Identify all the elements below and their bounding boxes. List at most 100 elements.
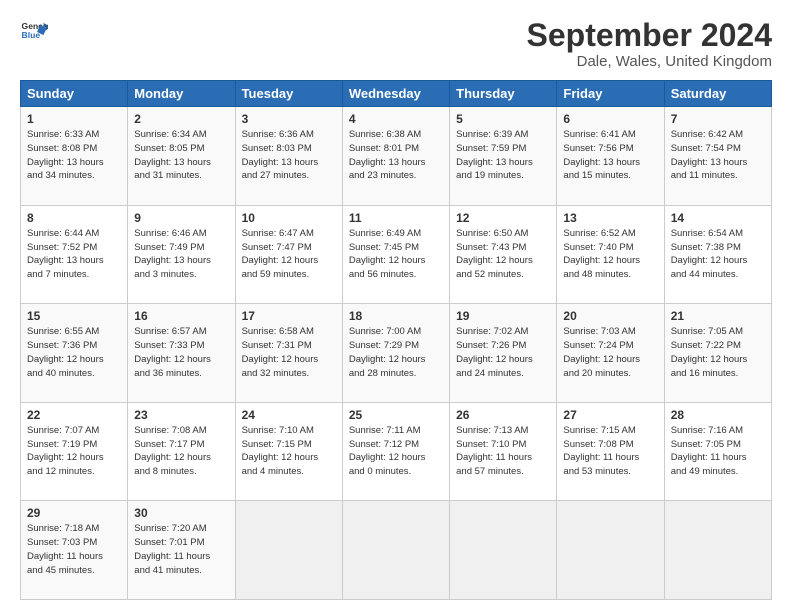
page: General Blue September 2024 Dale, Wales,…	[0, 0, 792, 612]
calendar-cell	[342, 501, 449, 600]
day-number: 6	[563, 112, 657, 126]
day-number: 5	[456, 112, 550, 126]
calendar-cell: 18Sunrise: 7:00 AMSunset: 7:29 PMDayligh…	[342, 304, 449, 403]
day-number: 13	[563, 211, 657, 225]
day-info: Sunrise: 6:33 AMSunset: 8:08 PMDaylight:…	[27, 128, 121, 183]
calendar-cell: 23 Sunrise: 7:08 AMSunset: 7:17 PMDayligh…	[128, 402, 235, 501]
week-row-4: 22 Sunrise: 7:07 AMSunset: 7:19 PMDayligh…	[21, 402, 772, 501]
calendar-cell: 10 Sunrise: 6:47 AMSunset: 7:47 PMDayligh…	[235, 205, 342, 304]
day-info: Sunrise: 6:54 AMSunset: 7:38 PMDaylight:…	[671, 227, 765, 282]
day-number: 24	[242, 408, 336, 422]
calendar-cell	[664, 501, 771, 600]
main-title: September 2024	[527, 18, 772, 53]
day-number: 29	[27, 506, 121, 520]
calendar-cell	[450, 501, 557, 600]
header-day-tuesday: Tuesday	[235, 81, 342, 107]
calendar-cell: 27 Sunrise: 7:15 AMSunset: 7:08 PMDayligh…	[557, 402, 664, 501]
header-day-monday: Monday	[128, 81, 235, 107]
calendar-cell	[235, 501, 342, 600]
header-day-friday: Friday	[557, 81, 664, 107]
day-number: 27	[563, 408, 657, 422]
day-info: Sunrise: 7:11 AMSunset: 7:12 PMDaylight:…	[349, 424, 443, 479]
day-info: Sunrise: 6:50 AMSunset: 7:43 PMDaylight:…	[456, 227, 550, 282]
day-number: 17	[242, 309, 336, 323]
day-info: Sunrise: 7:18 AMSunset: 7:03 PMDaylight:…	[27, 522, 121, 577]
calendar-cell: 12 Sunrise: 6:50 AMSunset: 7:43 PMDayligh…	[450, 205, 557, 304]
calendar-cell: 6 Sunrise: 6:41 AMSunset: 7:56 PMDaylight…	[557, 107, 664, 206]
day-info: Sunrise: 7:07 AMSunset: 7:19 PMDaylight:…	[27, 424, 121, 479]
day-info: Sunrise: 6:57 AMSunset: 7:33 PMDaylight:…	[134, 325, 228, 380]
day-number: 9	[134, 211, 228, 225]
day-info: Sunrise: 6:46 AMSunset: 7:49 PMDaylight:…	[134, 227, 228, 282]
calendar-table: SundayMondayTuesdayWednesdayThursdayFrid…	[20, 80, 772, 600]
day-number: 28	[671, 408, 765, 422]
calendar-cell: 22 Sunrise: 7:07 AMSunset: 7:19 PMDayligh…	[21, 402, 128, 501]
day-info: Sunrise: 7:00 AMSunset: 7:29 PMDaylight:…	[349, 325, 443, 380]
calendar-cell: 13 Sunrise: 6:52 AMSunset: 7:40 PMDayligh…	[557, 205, 664, 304]
calendar-cell: 24Sunrise: 7:10 AMSunset: 7:15 PMDayligh…	[235, 402, 342, 501]
day-number: 20	[563, 309, 657, 323]
day-info: Sunrise: 6:47 AMSunset: 7:47 PMDaylight:…	[242, 227, 336, 282]
logo: General Blue	[20, 18, 48, 46]
day-info: Sunrise: 7:02 AMSunset: 7:26 PMDaylight:…	[456, 325, 550, 380]
day-info: Sunrise: 6:39 AMSunset: 7:59 PMDaylight:…	[456, 128, 550, 183]
day-number: 10	[242, 211, 336, 225]
logo-icon: General Blue	[20, 18, 48, 46]
day-number: 21	[671, 309, 765, 323]
calendar-cell: 30 Sunrise: 7:20 AMSunset: 7:01 PMDayligh…	[128, 501, 235, 600]
day-number: 11	[349, 211, 443, 225]
day-number: 14	[671, 211, 765, 225]
day-info: Sunrise: 7:05 AMSunset: 7:22 PMDaylight:…	[671, 325, 765, 380]
day-number: 3	[242, 112, 336, 126]
day-info: Sunrise: 6:38 AMSunset: 8:01 PMDaylight:…	[349, 128, 443, 183]
calendar-cell: 4 Sunrise: 6:38 AMSunset: 8:01 PMDaylight…	[342, 107, 449, 206]
day-number: 26	[456, 408, 550, 422]
day-number: 7	[671, 112, 765, 126]
day-number: 2	[134, 112, 228, 126]
day-number: 19	[456, 309, 550, 323]
calendar-cell: 14 Sunrise: 6:54 AMSunset: 7:38 PMDayligh…	[664, 205, 771, 304]
calendar-cell: 5 Sunrise: 6:39 AMSunset: 7:59 PMDaylight…	[450, 107, 557, 206]
calendar-cell	[557, 501, 664, 600]
day-number: 23	[134, 408, 228, 422]
calendar-cell: 2 Sunrise: 6:34 AMSunset: 8:05 PMDaylight…	[128, 107, 235, 206]
day-number: 8	[27, 211, 121, 225]
calendar-cell: 19 Sunrise: 7:02 AMSunset: 7:26 PMDayligh…	[450, 304, 557, 403]
title-block: September 2024 Dale, Wales, United Kingd…	[527, 18, 772, 70]
calendar-cell: 3 Sunrise: 6:36 AMSunset: 8:03 PMDaylight…	[235, 107, 342, 206]
day-info: Sunrise: 7:20 AMSunset: 7:01 PMDaylight:…	[134, 522, 228, 577]
week-row-1: 1 Sunrise: 6:33 AMSunset: 8:08 PMDaylight…	[21, 107, 772, 206]
day-info: Sunrise: 6:49 AMSunset: 7:45 PMDaylight:…	[349, 227, 443, 282]
day-info: Sunrise: 6:52 AMSunset: 7:40 PMDaylight:…	[563, 227, 657, 282]
day-info: Sunrise: 6:34 AMSunset: 8:05 PMDaylight:…	[134, 128, 228, 183]
day-number: 22	[27, 408, 121, 422]
day-info: Sunrise: 6:41 AMSunset: 7:56 PMDaylight:…	[563, 128, 657, 183]
day-number: 30	[134, 506, 228, 520]
day-info: Sunrise: 7:15 AMSunset: 7:08 PMDaylight:…	[563, 424, 657, 479]
week-row-5: 29 Sunrise: 7:18 AMSunset: 7:03 PMDayligh…	[21, 501, 772, 600]
calendar-cell: 17 Sunrise: 6:58 AMSunset: 7:31 PMDayligh…	[235, 304, 342, 403]
day-number: 1	[27, 112, 121, 126]
calendar-body: 1 Sunrise: 6:33 AMSunset: 8:08 PMDaylight…	[21, 107, 772, 600]
day-number: 15	[27, 309, 121, 323]
day-info: Sunrise: 7:08 AMSunset: 7:17 PMDaylight:…	[134, 424, 228, 479]
day-number: 12	[456, 211, 550, 225]
calendar-cell: 28 Sunrise: 7:16 AMSunset: 7:05 PMDayligh…	[664, 402, 771, 501]
day-number: 4	[349, 112, 443, 126]
day-info: Sunrise: 6:44 AMSunset: 7:52 PMDaylight:…	[27, 227, 121, 282]
header: General Blue September 2024 Dale, Wales,…	[20, 18, 772, 70]
day-info: Sunrise: 7:16 AMSunset: 7:05 PMDaylight:…	[671, 424, 765, 479]
calendar-header-row: SundayMondayTuesdayWednesdayThursdayFrid…	[21, 81, 772, 107]
day-info: Sunrise: 7:03 AMSunset: 7:24 PMDaylight:…	[563, 325, 657, 380]
day-number: 16	[134, 309, 228, 323]
calendar-cell: 29 Sunrise: 7:18 AMSunset: 7:03 PMDayligh…	[21, 501, 128, 600]
calendar-cell: 26 Sunrise: 7:13 AMSunset: 7:10 PMDayligh…	[450, 402, 557, 501]
day-info: Sunrise: 6:36 AMSunset: 8:03 PMDaylight:…	[242, 128, 336, 183]
calendar-cell: 1 Sunrise: 6:33 AMSunset: 8:08 PMDaylight…	[21, 107, 128, 206]
day-info: Sunrise: 6:42 AMSunset: 7:54 PMDaylight:…	[671, 128, 765, 183]
calendar-cell: 9 Sunrise: 6:46 AMSunset: 7:49 PMDaylight…	[128, 205, 235, 304]
day-info: Sunrise: 6:58 AMSunset: 7:31 PMDaylight:…	[242, 325, 336, 380]
day-info: Sunrise: 7:13 AMSunset: 7:10 PMDaylight:…	[456, 424, 550, 479]
week-row-2: 8 Sunrise: 6:44 AMSunset: 7:52 PMDaylight…	[21, 205, 772, 304]
header-day-sunday: Sunday	[21, 81, 128, 107]
